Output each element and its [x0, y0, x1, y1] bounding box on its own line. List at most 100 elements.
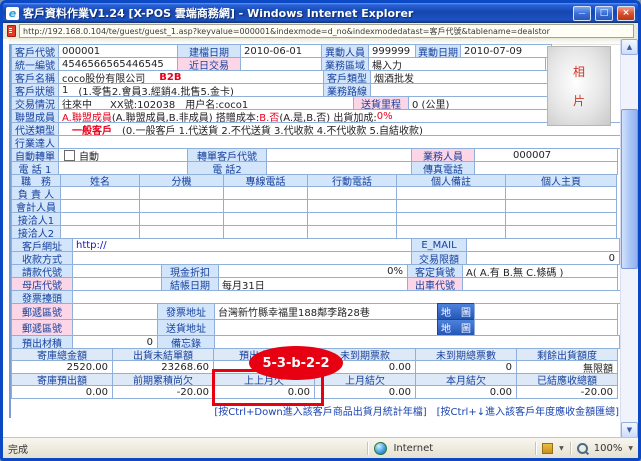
summary-value: 0.00 — [314, 385, 416, 399]
contact-line-field[interactable] — [223, 199, 308, 213]
minimize-button[interactable] — [573, 6, 591, 21]
contact-line-field[interactable] — [223, 186, 308, 200]
type-field[interactable]: 烟酒批发 — [370, 70, 548, 84]
league-hint: (A.聯盟成員,B.非成員) 搭贈成本: — [112, 109, 259, 123]
invoice-address-extra-field[interactable] — [474, 303, 618, 320]
contact-homepage-field[interactable] — [505, 212, 617, 226]
contact-note-field[interactable] — [396, 212, 506, 226]
status-text: 完成 — [8, 441, 361, 456]
truck-code-label[interactable]: 出車代號 — [407, 277, 463, 291]
route-field[interactable] — [370, 83, 548, 97]
customer-photo-placeholder[interactable]: 相 片 — [547, 46, 611, 126]
delivery-type-field[interactable]: 一般客戶 (0.一般客戶 1.代送貨 2.不代送貨 3.代收款 4.不代收款 5… — [58, 122, 622, 136]
contact-name-field[interactable] — [60, 199, 140, 213]
trade-status-field[interactable]: 往來中 XX號:102038 用户名:coco1 — [58, 96, 354, 110]
scroll-up-icon[interactable] — [621, 39, 638, 55]
contact-homepage-field[interactable] — [505, 225, 617, 239]
shipping-address-field[interactable] — [214, 319, 438, 336]
maximize-button[interactable] — [595, 6, 613, 21]
contact-ext-field[interactable] — [139, 199, 224, 213]
form-row: 郵遞區號 送貨地址 地 圖 — [11, 319, 621, 336]
contact-homepage-field[interactable] — [505, 186, 617, 200]
limit-field[interactable]: 0 — [466, 251, 620, 265]
contact-note-field[interactable] — [396, 199, 506, 213]
vertical-scrollbar[interactable] — [620, 39, 638, 438]
map-button[interactable]: 地 圖 — [437, 319, 475, 336]
league-field[interactable]: A.聯盟成員 (A.聯盟成員,B.非成員) 搭贈成本: B.否 (A.是,B.否… — [58, 109, 550, 123]
transfer-code-label: 轉單客戶代號 — [187, 148, 267, 162]
scrollbar-thumb[interactable] — [621, 109, 638, 269]
email-field[interactable] — [466, 238, 620, 252]
sales-person-field[interactable]: 000007 — [474, 148, 618, 162]
invoice-title-field[interactable] — [72, 290, 622, 304]
mother-store-field[interactable] — [72, 277, 162, 291]
zoom-level[interactable]: 100% — [594, 443, 623, 454]
billing-field[interactable] — [72, 264, 162, 278]
region-field[interactable]: 楊入力 — [368, 57, 546, 71]
chevron-down-icon[interactable]: ▼ — [628, 445, 633, 452]
map-button[interactable]: 地 圖 — [437, 303, 475, 320]
auto-transfer-label: 自動轉單 — [11, 148, 59, 162]
tel1-field[interactable] — [58, 161, 188, 175]
mother-store-label[interactable]: 母店代號 — [11, 277, 73, 291]
contact-mobile-field[interactable] — [307, 212, 397, 226]
tel2-field[interactable] — [266, 161, 412, 175]
contact-homepage-field[interactable] — [505, 199, 617, 213]
form-row: 自動轉單 自動 轉單客戶代號 業務人員 000007 — [11, 148, 621, 162]
zip-code-label[interactable]: 郵遞區號 — [11, 303, 73, 320]
zip-code-field[interactable] — [72, 303, 158, 320]
zoom-magnifier-icon[interactable] — [577, 443, 588, 454]
contact-line-field[interactable] — [223, 225, 308, 239]
auto-checkbox[interactable] — [64, 150, 75, 161]
modified-date-field[interactable]: 2010-07-09 — [460, 44, 552, 58]
closing-date-field[interactable]: 每月31日 — [218, 277, 408, 291]
transfer-code-field[interactable] — [266, 148, 412, 162]
contact-name-field[interactable] — [60, 212, 140, 226]
discount-field[interactable]: 0% — [218, 264, 408, 278]
sales-person-label[interactable]: 業務人員 — [411, 148, 475, 162]
photo-char: 片 — [573, 92, 585, 109]
contact-note-field[interactable] — [396, 186, 506, 200]
empty-field[interactable] — [240, 57, 322, 71]
contact-note-field[interactable] — [396, 225, 506, 239]
contact-mobile-field[interactable] — [307, 186, 397, 200]
status-field[interactable]: 1 (1.零售2.會員3.經銷4.批售5.金卡) — [58, 83, 324, 97]
contact-ext-field[interactable] — [139, 225, 224, 239]
created-date-field[interactable]: 2010-06-01 — [240, 44, 322, 58]
name-field[interactable]: coco股份有限公司 B2B — [58, 70, 324, 84]
address-input[interactable]: http://192.168.0.104/te/guest/guest_1.as… — [19, 24, 634, 38]
contact-mobile-field[interactable] — [307, 225, 397, 239]
chevron-down-icon[interactable]: ▼ — [559, 445, 564, 452]
invoice-address-label: 發票地址 — [157, 303, 215, 320]
invoice-address-field[interactable]: 台灣新竹縣幸福里188鄰李路28巷 — [214, 303, 438, 320]
contact-line-field[interactable] — [223, 212, 308, 226]
custom-code-field[interactable]: A( A.有 B.無 C.條碼 ) — [462, 264, 618, 278]
contact-ext-field[interactable] — [139, 186, 224, 200]
recent-trade-button[interactable]: 近日交易 — [177, 57, 241, 71]
contact-ext-field[interactable] — [139, 212, 224, 226]
tax-id-field[interactable]: 4546566565446545 — [58, 57, 178, 71]
phishing-filter-icon[interactable] — [542, 443, 553, 454]
customer-code-field[interactable]: 000001 — [58, 44, 178, 58]
form-row: 客戶網址 http:// E_MAIL — [11, 238, 621, 252]
collection-label: 收款方式 — [11, 251, 73, 265]
expert-field[interactable] — [58, 135, 622, 149]
zip-code-field[interactable] — [72, 319, 158, 336]
mileage-field[interactable]: 0 (公里) — [408, 96, 548, 110]
invoice-title-label: 發票擡頭 — [11, 290, 73, 304]
zip-code-label[interactable]: 郵遞區號 — [11, 319, 73, 336]
shipping-address-extra-field[interactable] — [474, 319, 618, 336]
contact-name-field[interactable] — [60, 225, 140, 239]
volume-field[interactable]: 0 — [72, 335, 158, 349]
modifier-field[interactable]: 999999 — [368, 44, 416, 58]
summary-value: 0.00 — [415, 385, 517, 399]
contact-name-field[interactable] — [60, 186, 140, 200]
website-field[interactable]: http:// — [72, 238, 412, 252]
truck-code-field[interactable] — [462, 277, 618, 291]
close-button[interactable] — [617, 6, 635, 21]
contact-mobile-field[interactable] — [307, 199, 397, 213]
scroll-down-icon[interactable] — [621, 422, 638, 438]
mileage-label[interactable]: 送貨里程 — [353, 96, 409, 110]
fax-field[interactable] — [474, 161, 618, 175]
collection-field[interactable] — [72, 251, 412, 265]
